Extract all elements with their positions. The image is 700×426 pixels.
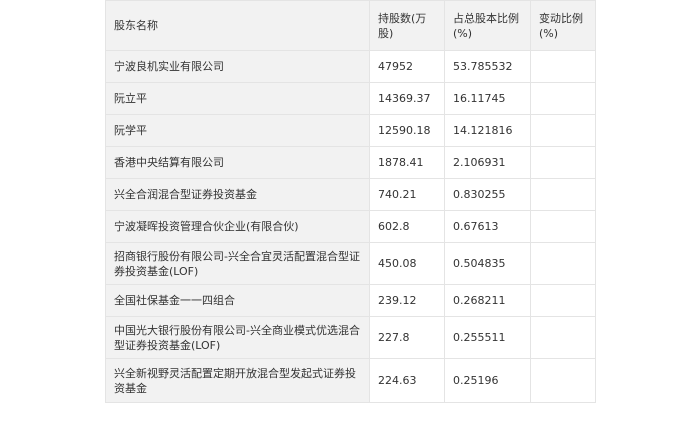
holder-change	[530, 210, 596, 243]
holder-name: 阮立平	[105, 82, 370, 115]
holder-ratio: 2.106931	[444, 146, 531, 179]
table-row: 招商银行股份有限公司-兴全合宜灵活配置混合型证券投资基金(LOF) 450.08…	[105, 242, 596, 285]
table-row: 兴全新视野灵活配置定期开放混合型发起式证券投资基金 224.63 0.25196	[105, 358, 596, 403]
holder-change	[530, 50, 596, 83]
table-row: 香港中央结算有限公司 1878.41 2.106931	[105, 146, 596, 179]
holder-change	[530, 114, 596, 147]
holder-ratio: 16.11745	[444, 82, 531, 115]
holder-shares: 47952	[369, 50, 445, 83]
table-row: 兴全合润混合型证券投资基金 740.21 0.830255	[105, 178, 596, 211]
holder-change	[530, 242, 596, 285]
holder-ratio: 0.67613	[444, 210, 531, 243]
holder-name: 全国社保基金一一四组合	[105, 284, 370, 317]
holder-ratio: 0.504835	[444, 242, 531, 285]
table-row: 全国社保基金一一四组合 239.12 0.268211	[105, 284, 596, 317]
table-row: 宁波凝晖投资管理合伙企业(有限合伙) 602.8 0.67613	[105, 210, 596, 243]
holder-change	[530, 82, 596, 115]
table-row: 阮立平 14369.37 16.11745	[105, 82, 596, 115]
holder-name: 阮学平	[105, 114, 370, 147]
holder-change	[530, 178, 596, 211]
holder-ratio: 0.268211	[444, 284, 531, 317]
holder-name: 招商银行股份有限公司-兴全合宜灵活配置混合型证券投资基金(LOF)	[105, 242, 370, 285]
holder-name: 宁波良机实业有限公司	[105, 50, 370, 83]
table-row: 宁波良机实业有限公司 47952 53.785532	[105, 50, 596, 83]
holder-shares: 239.12	[369, 284, 445, 317]
holder-shares: 740.21	[369, 178, 445, 211]
holder-change	[530, 146, 596, 179]
shareholders-table: 股东名称 持股数(万股) 占总股本比例(%) 变动比例(%) 宁波良机实业有限公…	[105, 0, 596, 403]
holder-shares: 224.63	[369, 358, 445, 403]
holder-shares: 602.8	[369, 210, 445, 243]
holder-ratio: 0.255511	[444, 316, 531, 359]
table-header-row: 股东名称 持股数(万股) 占总股本比例(%) 变动比例(%)	[105, 0, 596, 51]
holder-change	[530, 358, 596, 403]
header-shares: 持股数(万股)	[369, 0, 445, 51]
holder-name: 香港中央结算有限公司	[105, 146, 370, 179]
holder-name: 中国光大银行股份有限公司-兴全商业模式优选混合型证券投资基金(LOF)	[105, 316, 370, 359]
header-change: 变动比例(%)	[530, 0, 596, 51]
holder-shares: 450.08	[369, 242, 445, 285]
holder-name: 兴全合润混合型证券投资基金	[105, 178, 370, 211]
holder-ratio: 14.121816	[444, 114, 531, 147]
holder-name: 兴全新视野灵活配置定期开放混合型发起式证券投资基金	[105, 358, 370, 403]
holder-ratio: 0.25196	[444, 358, 531, 403]
holder-shares: 1878.41	[369, 146, 445, 179]
holder-change	[530, 284, 596, 317]
header-ratio: 占总股本比例(%)	[444, 0, 531, 51]
table-row: 中国光大银行股份有限公司-兴全商业模式优选混合型证券投资基金(LOF) 227.…	[105, 316, 596, 359]
holder-ratio: 0.830255	[444, 178, 531, 211]
header-holder-name: 股东名称	[105, 0, 370, 51]
holder-shares: 14369.37	[369, 82, 445, 115]
holder-name: 宁波凝晖投资管理合伙企业(有限合伙)	[105, 210, 370, 243]
holder-change	[530, 316, 596, 359]
holder-shares: 12590.18	[369, 114, 445, 147]
table-row: 阮学平 12590.18 14.121816	[105, 114, 596, 147]
holder-ratio: 53.785532	[444, 50, 531, 83]
holder-shares: 227.8	[369, 316, 445, 359]
